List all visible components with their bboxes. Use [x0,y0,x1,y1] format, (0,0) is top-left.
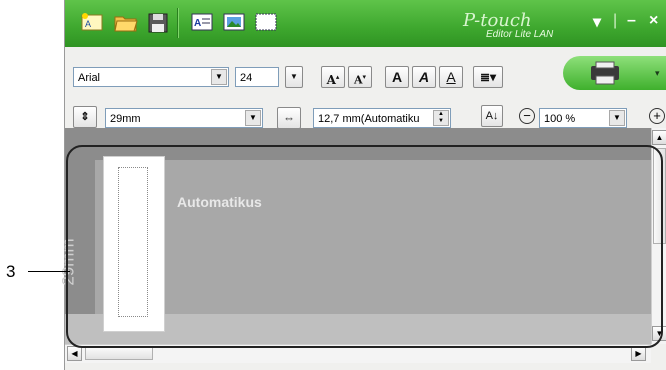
svg-text:A: A [85,19,91,29]
increase-font-icon[interactable]: A▴ [321,66,345,88]
close-button[interactable]: × [649,12,658,30]
brand-subtitle: Editor Lite LAN [486,29,554,40]
callout-leader-line [28,271,70,272]
zoom-select[interactable]: 100 % ▼ [539,108,627,128]
title-separator: | [613,12,618,29]
underline-icon[interactable]: A [439,66,463,88]
tape-length-value: 12,7 mm(Automatiku [318,113,420,125]
print-button[interactable]: ▾ [563,56,666,90]
tape-length-field[interactable]: 12,7 mm(Automatiku ▲ ▼ [313,108,451,128]
zoom-value: 100 % [544,113,576,125]
chevron-down-icon[interactable]: ▼ [211,69,227,85]
insert-image-icon[interactable] [221,10,247,34]
font-size-select[interactable]: 24 [235,67,279,87]
title-dropdown-button[interactable]: ▾ [593,12,601,32]
chevron-down-icon[interactable]: ▼ [609,110,625,126]
horizontal-scroll-thumb[interactable] [85,347,153,360]
title-bar: A A P-touch Editor Lite LAN ▾ | – × [65,0,666,47]
label-paper[interactable] [103,156,165,332]
resize-grip-icon[interactable] [651,344,666,362]
decrease-font-icon[interactable]: A▾ [348,66,372,88]
toolbar-separator [177,8,179,38]
length-mode-label: Automatikus [177,194,262,210]
italic-icon[interactable]: A [412,66,436,88]
tape-width-strip: 29mm [59,160,95,314]
font-size-value: 24 [240,72,253,84]
tape-length-icon: ⇔ [277,107,301,129]
label-canvas[interactable]: 29mm Automatikus [59,128,651,344]
svg-text:▾: ▾ [655,68,660,78]
p-touch-editor-window: A A P-touch Editor Lite LAN ▾ | – × Aria… [59,0,666,370]
vertical-scrollbar[interactable]: ▲ ▼ [651,128,666,344]
new-label-icon[interactable]: A [79,10,105,34]
tape-width-indicator: 29mm [58,238,78,286]
callout-number: 3 [6,262,16,281]
align-icon[interactable]: ≣▾ [473,66,503,88]
length-spinner[interactable]: ▲ ▼ [433,110,449,126]
font-name-select[interactable]: Arial ▼ [73,67,229,87]
vertical-scroll-thumb[interactable] [653,148,666,244]
tape-width-value: 29mm [110,113,141,125]
zoom-out-icon[interactable]: − [519,108,535,124]
rotate-text-icon[interactable]: A↓ [481,105,503,127]
brand-logo: P-touch [463,10,532,31]
scroll-up-icon[interactable]: ▲ [652,130,666,145]
font-name-value: Arial [78,72,101,84]
tape-height-icon: ⇕ [73,106,97,128]
font-size-dropdown[interactable]: ▼ [285,66,303,88]
scroll-down-icon[interactable]: ▼ [652,326,666,341]
tape-toolbar: ⇕ 29mm ▼ ⇔ 12,7 mm(Automatiku ▲ ▼ A↓ − 10… [65,87,666,129]
minimize-button[interactable]: – [627,12,636,30]
scroll-right-icon[interactable]: ▶ [631,346,646,361]
bold-icon[interactable]: A [385,66,409,88]
zoom-in-icon[interactable]: + [649,108,665,124]
save-icon[interactable] [145,10,171,34]
chevron-down-icon[interactable]: ▼ [245,110,261,126]
label-area[interactable] [95,160,651,314]
open-folder-icon[interactable] [113,10,139,34]
printable-area [118,167,148,317]
scroll-left-icon[interactable]: ◀ [67,346,82,361]
svg-text:A: A [194,18,201,29]
tape-width-select[interactable]: 29mm ▼ [105,108,263,128]
horizontal-scrollbar[interactable]: ◀ ▶ [65,344,651,363]
insert-frame-icon[interactable] [253,10,279,34]
insert-text-icon[interactable]: A [189,10,215,34]
